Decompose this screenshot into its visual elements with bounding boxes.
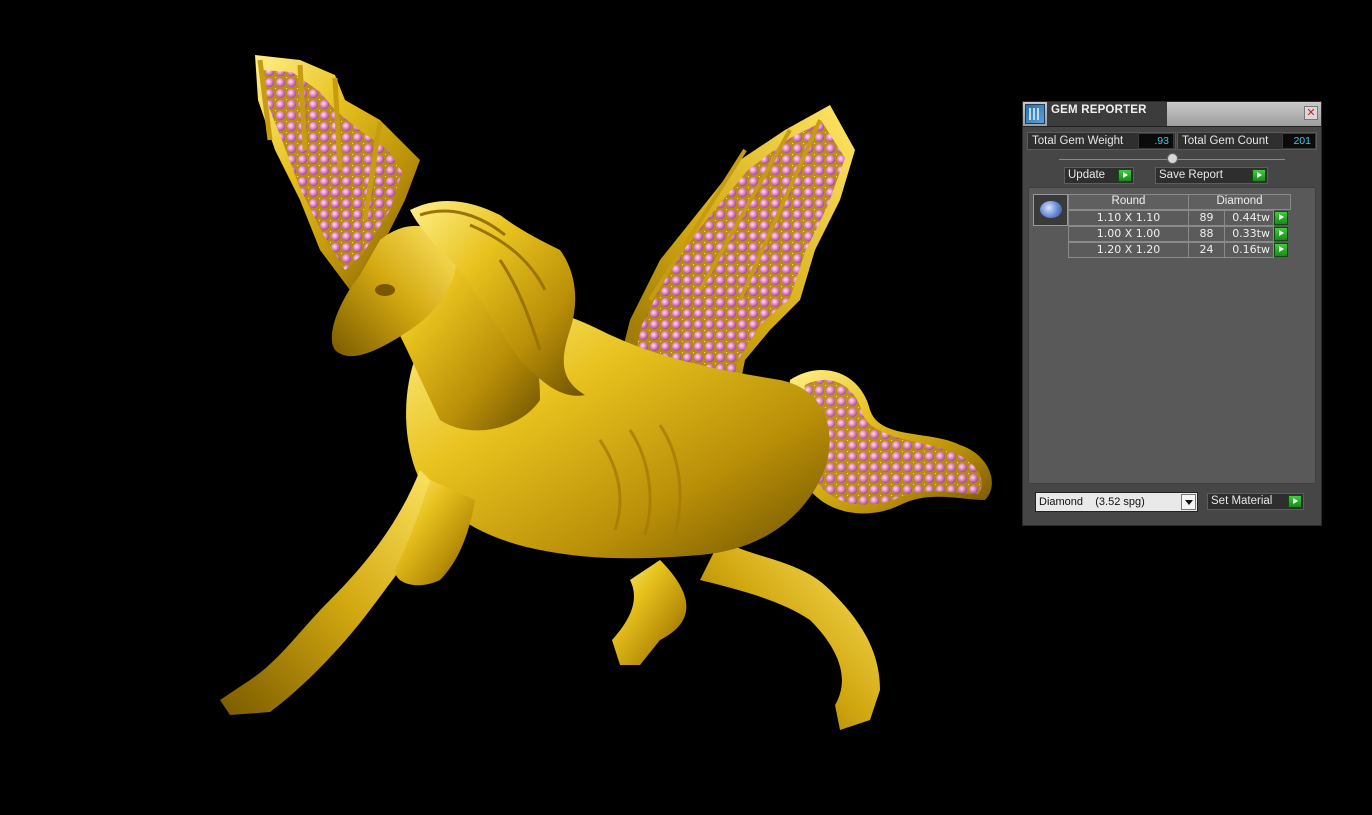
material-select[interactable]: Diamond (3.52 spg) bbox=[1035, 492, 1198, 512]
panel-title: GEM REPORTER bbox=[1051, 104, 1147, 116]
total-gem-weight-text: Total Gem Weight bbox=[1032, 135, 1124, 147]
chevron-down-icon[interactable] bbox=[1181, 494, 1196, 510]
play-arrow-icon bbox=[1288, 495, 1302, 508]
gem-weight: 0.44tw bbox=[1224, 210, 1274, 226]
update-button[interactable]: Update bbox=[1064, 167, 1134, 184]
gem-size: 1.10 X 1.10 bbox=[1068, 210, 1189, 226]
material-header: Diamond bbox=[1188, 194, 1291, 210]
play-arrow-icon bbox=[1118, 169, 1132, 182]
close-icon[interactable]: ✕ bbox=[1304, 106, 1318, 120]
save-report-label: Save Report bbox=[1159, 169, 1223, 181]
app-icon bbox=[1025, 104, 1045, 124]
round-gem-icon[interactable] bbox=[1033, 194, 1068, 226]
save-report-button[interactable]: Save Report bbox=[1155, 167, 1268, 184]
gem-list: Round Diamond 1.10 X 1.10 89 0.44tw 1.00… bbox=[1028, 187, 1316, 484]
play-arrow-icon bbox=[1252, 169, 1266, 182]
gem-weight: 0.16tw bbox=[1224, 242, 1274, 258]
gem-size: 1.00 X 1.00 bbox=[1068, 226, 1189, 242]
gem-count: 89 bbox=[1188, 210, 1225, 226]
gem-weight: 0.33tw bbox=[1224, 226, 1274, 242]
set-material-button[interactable]: Set Material bbox=[1207, 493, 1304, 510]
shape-header: Round bbox=[1068, 194, 1189, 210]
slider-handle[interactable] bbox=[1167, 153, 1178, 164]
play-arrow-icon[interactable] bbox=[1274, 243, 1288, 257]
set-material-label: Set Material bbox=[1211, 495, 1273, 507]
gem-size: 1.20 X 1.20 bbox=[1068, 242, 1189, 258]
material-select-value: Diamond (3.52 spg) bbox=[1039, 496, 1145, 508]
total-gem-count-text: Total Gem Count bbox=[1182, 135, 1269, 147]
gem-count: 24 bbox=[1188, 242, 1225, 258]
gem-count: 88 bbox=[1188, 226, 1225, 242]
play-arrow-icon[interactable] bbox=[1274, 227, 1288, 241]
play-arrow-icon[interactable] bbox=[1274, 211, 1288, 225]
panel-titlebar[interactable]: GEM REPORTER ✕ bbox=[1023, 102, 1321, 127]
gem-reporter-panel: GEM REPORTER ✕ Total Gem Weight .93 Tota… bbox=[1022, 101, 1322, 526]
total-gem-weight-value: .93 bbox=[1138, 133, 1174, 149]
update-label: Update bbox=[1068, 169, 1106, 181]
gem-thumbnail-graphic bbox=[1040, 201, 1062, 218]
total-gem-count-value: 201 bbox=[1282, 133, 1316, 149]
